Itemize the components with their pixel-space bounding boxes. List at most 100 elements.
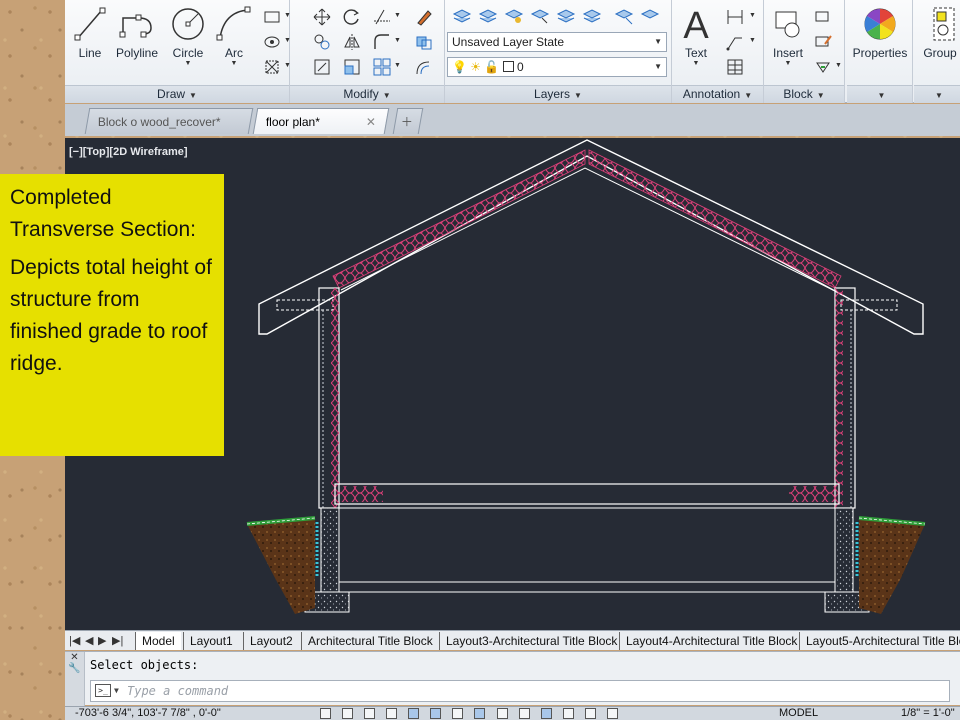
move-tool[interactable] xyxy=(311,6,331,26)
dynamic-input-toggle[interactable] xyxy=(518,708,530,719)
annotation-panel-title[interactable]: Annotation ▼ xyxy=(672,85,763,103)
unlock-icon: 🔓 xyxy=(484,60,500,74)
block-panel-title[interactable]: Block ▼ xyxy=(764,85,844,103)
rotate-tool[interactable] xyxy=(341,6,361,26)
create-block-tool[interactable] xyxy=(812,6,832,26)
selection-cycling-toggle[interactable] xyxy=(606,708,618,719)
command-prompt-icon[interactable]: >_ xyxy=(95,684,111,697)
prev-layout-icon[interactable]: ◀ xyxy=(85,634,93,647)
ortho-mode-toggle[interactable] xyxy=(386,708,398,719)
modify-title-text: Modify xyxy=(343,87,379,101)
polyline-tool[interactable]: Polyline xyxy=(111,4,163,76)
trim-dropdown-icon[interactable]: ▼ xyxy=(394,12,401,19)
rectangle-tool[interactable] xyxy=(261,6,281,26)
erase-tool[interactable] xyxy=(413,6,433,26)
table-icon xyxy=(727,59,743,75)
layout-tab-layout4[interactable]: Layout4-Architectural Title Block xyxy=(619,632,803,650)
layer-match-tool[interactable] xyxy=(613,5,634,25)
properties-tool[interactable]: Properties xyxy=(849,4,911,76)
transparency-toggle[interactable] xyxy=(562,708,574,719)
copy-tool[interactable] xyxy=(311,31,331,51)
stretch-tool[interactable] xyxy=(311,56,331,76)
layout-tab-layout5[interactable]: Layout5-Architectural Title Block xyxy=(799,632,960,650)
command-line-settings-icon[interactable]: 🔧 xyxy=(65,663,84,674)
layer-freeze-tool[interactable] xyxy=(555,5,576,25)
mirror-tool[interactable] xyxy=(341,31,361,51)
quick-properties-toggle[interactable] xyxy=(584,708,596,719)
hatch-tool[interactable] xyxy=(261,31,281,51)
groups-panel-title[interactable]: ▼ xyxy=(914,85,960,103)
group-tool[interactable]: Group xyxy=(918,4,960,76)
insert-dropdown-icon[interactable]: ▼ xyxy=(766,60,810,68)
line-tool[interactable]: Line xyxy=(67,4,113,76)
leader-dropdown-icon[interactable]: ▼ xyxy=(749,37,756,44)
layout-tab-layout3[interactable]: Layout3-Architectural Title Block xyxy=(439,632,623,650)
first-layout-icon[interactable]: |◀ xyxy=(69,634,80,647)
layer-properties-tool[interactable] xyxy=(451,5,472,25)
circle-dropdown-icon[interactable]: ▼ xyxy=(165,60,211,68)
doc-tab-block-o-wood[interactable]: Block o wood_recover* xyxy=(84,108,254,134)
offset-tool[interactable] xyxy=(413,56,433,76)
layout-tab-model[interactable]: Model xyxy=(135,632,181,650)
layer-lock-icon xyxy=(582,9,602,23)
dynamic-ucs-toggle[interactable] xyxy=(496,708,508,719)
layer-off-icon xyxy=(504,9,524,23)
fillet-tool[interactable] xyxy=(371,31,391,51)
scale-tool[interactable] xyxy=(341,56,361,76)
command-input[interactable]: >_ ▼ Type a command xyxy=(90,680,950,702)
layer-lock-tool[interactable] xyxy=(581,5,602,25)
region-tool[interactable] xyxy=(261,56,281,76)
new-tab-button[interactable]: ＋ xyxy=(392,108,424,134)
arc-dropdown-icon[interactable]: ▼ xyxy=(211,60,257,68)
layers-title-text: Layers xyxy=(534,87,571,101)
layout-tab-layout1[interactable]: Layout1 xyxy=(183,632,239,650)
layer-state-dropdown[interactable]: Unsaved Layer State ▼ xyxy=(447,32,667,52)
modify-panel-title[interactable]: Modify ▼ xyxy=(290,85,444,103)
snap-mode-toggle[interactable] xyxy=(342,708,354,719)
circle-tool[interactable]: Circle ▼ xyxy=(165,4,211,76)
object-snap-toggle[interactable] xyxy=(430,708,442,719)
table-tool[interactable] xyxy=(724,56,744,76)
grid-display-toggle[interactable] xyxy=(364,708,376,719)
recent-commands-dropdown-icon[interactable]: ▼ xyxy=(114,681,119,701)
insert-tool[interactable]: Insert ▼ xyxy=(766,4,810,76)
3d-object-snap-toggle[interactable] xyxy=(452,708,464,719)
lineweight-toggle[interactable] xyxy=(540,708,552,719)
array-tool[interactable] xyxy=(371,56,391,76)
array-dropdown-icon[interactable]: ▼ xyxy=(394,62,401,69)
layout-tab-architectural-title-block[interactable]: Architectural Title Block xyxy=(301,632,439,650)
properties-panel-title[interactable]: ▼ xyxy=(847,85,912,103)
layer-states-tool[interactable] xyxy=(477,5,498,25)
last-layout-icon[interactable]: ▶| xyxy=(112,634,123,647)
current-layer-dropdown[interactable]: 💡 ☀ 🔓 0 ▼ xyxy=(447,57,667,77)
model-space-button[interactable]: MODEL xyxy=(779,707,818,720)
layer-previous-tool[interactable] xyxy=(639,5,660,25)
leader-tool[interactable] xyxy=(724,31,744,51)
command-line-handle[interactable]: ✕ 🔧 xyxy=(65,652,85,706)
layer-isolate-tool[interactable] xyxy=(529,5,550,25)
block-attributes-tool[interactable] xyxy=(812,56,832,76)
layout-tab-layout2[interactable]: Layout2 xyxy=(243,632,299,650)
dimension-tool[interactable] xyxy=(724,6,744,26)
polar-tracking-toggle[interactable] xyxy=(408,708,420,719)
text-dropdown-icon[interactable]: ▼ xyxy=(676,60,716,68)
layer-off-tool[interactable] xyxy=(503,5,524,25)
draw-panel-title[interactable]: Draw ▼ xyxy=(65,85,289,103)
block-attributes-dropdown-icon[interactable]: ▼ xyxy=(835,62,842,69)
text-tool[interactable]: A Text ▼ xyxy=(676,4,716,76)
layers-panel-title[interactable]: Layers ▼ xyxy=(445,85,671,103)
trim-tool[interactable] xyxy=(371,6,391,26)
infer-constraints-toggle[interactable] xyxy=(320,708,331,719)
arc-tool[interactable]: Arc ▼ xyxy=(211,4,257,76)
close-command-line-icon[interactable]: ✕ xyxy=(65,652,84,663)
annotation-scale[interactable]: 1/8" = 1'-0" xyxy=(901,707,955,720)
dimension-dropdown-icon[interactable]: ▼ xyxy=(749,12,756,19)
explode-tool[interactable] xyxy=(413,31,433,51)
doc-tab-floor-plan[interactable]: floor plan* ✕ xyxy=(252,108,390,135)
close-tab-icon[interactable]: ✕ xyxy=(366,109,376,135)
next-layout-icon[interactable]: ▶ xyxy=(98,634,106,647)
edit-block-tool[interactable] xyxy=(812,31,832,51)
cursor-coordinates: -703'-6 3/4", 103'-7 7/8" , 0'-0" xyxy=(75,707,221,719)
fillet-dropdown-icon[interactable]: ▼ xyxy=(394,37,401,44)
object-snap-tracking-toggle[interactable] xyxy=(474,708,486,719)
